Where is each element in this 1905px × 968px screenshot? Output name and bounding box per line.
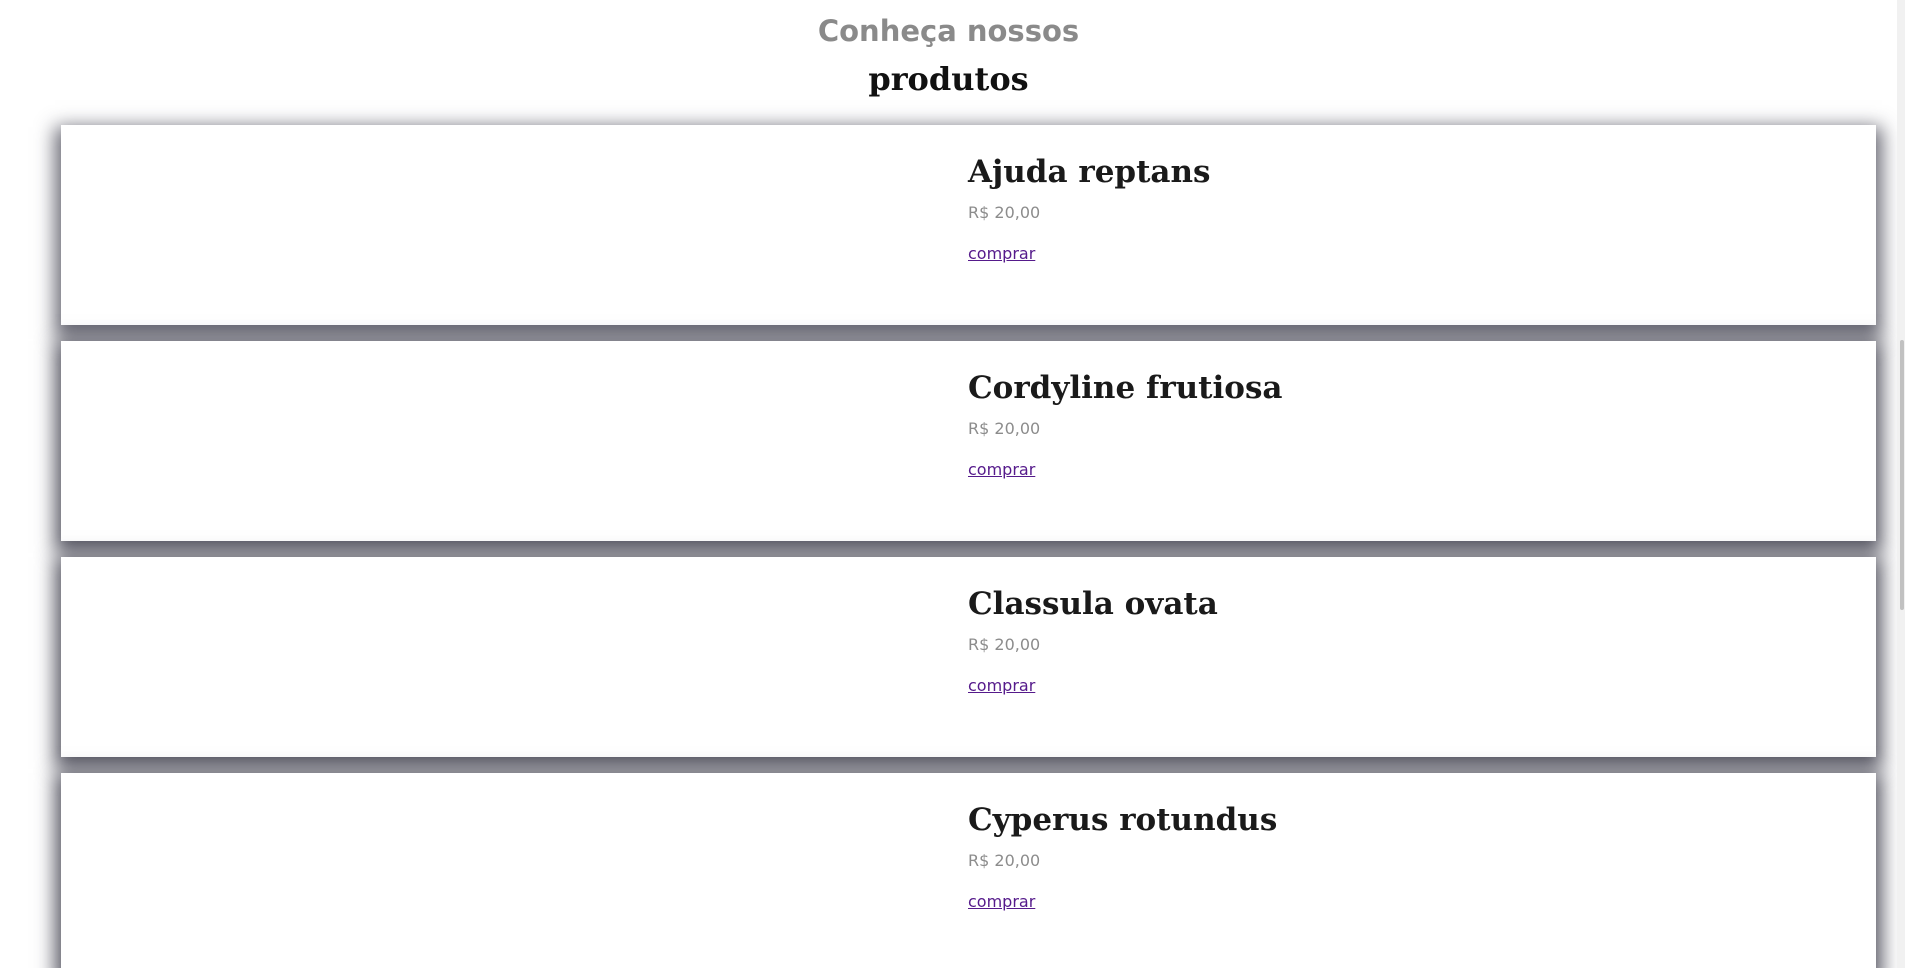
products-page: Conheça nossos produtos Ajuda reptans R$… bbox=[0, 0, 1905, 968]
buy-link[interactable]: comprar bbox=[968, 892, 1035, 912]
buy-link[interactable]: comprar bbox=[968, 676, 1035, 696]
product-list: Ajuda reptans R$ 20,00 comprar Cordyline… bbox=[61, 125, 1876, 968]
product-price: R$ 20,00 bbox=[968, 851, 1041, 870]
product-card: Cordyline frutiosa R$ 20,00 comprar bbox=[61, 341, 1876, 541]
vertical-scrollbar[interactable] bbox=[1897, 0, 1905, 968]
product-name: Ajuda reptans bbox=[968, 154, 1211, 190]
product-image bbox=[61, 341, 941, 541]
product-price: R$ 20,00 bbox=[968, 635, 1041, 654]
product-price: R$ 20,00 bbox=[968, 419, 1041, 438]
product-image bbox=[61, 773, 941, 968]
section-heading-line2: produtos bbox=[868, 60, 1029, 98]
product-info: Classula ovata R$ 20,00 comprar bbox=[968, 585, 1218, 696]
scrollbar-thumb[interactable] bbox=[1900, 340, 1904, 610]
section-heading-line1: Conheça nossos bbox=[817, 14, 1080, 48]
buy-link[interactable]: comprar bbox=[968, 244, 1035, 264]
product-info: Ajuda reptans R$ 20,00 comprar bbox=[968, 153, 1211, 264]
product-name: Cyperus rotundus bbox=[968, 802, 1278, 838]
product-image bbox=[61, 125, 941, 325]
product-card: Classula ovata R$ 20,00 comprar bbox=[61, 557, 1876, 757]
product-card: Ajuda reptans R$ 20,00 comprar bbox=[61, 125, 1876, 325]
product-info: Cyperus rotundus R$ 20,00 comprar bbox=[968, 801, 1277, 912]
product-name: Classula ovata bbox=[968, 586, 1218, 622]
product-price: R$ 20,00 bbox=[968, 203, 1041, 222]
product-card: Cyperus rotundus R$ 20,00 comprar bbox=[61, 773, 1876, 968]
buy-link[interactable]: comprar bbox=[968, 460, 1035, 480]
product-info: Cordyline frutiosa R$ 20,00 comprar bbox=[968, 369, 1283, 480]
product-name: Cordyline frutiosa bbox=[968, 370, 1283, 406]
product-image bbox=[61, 557, 941, 757]
